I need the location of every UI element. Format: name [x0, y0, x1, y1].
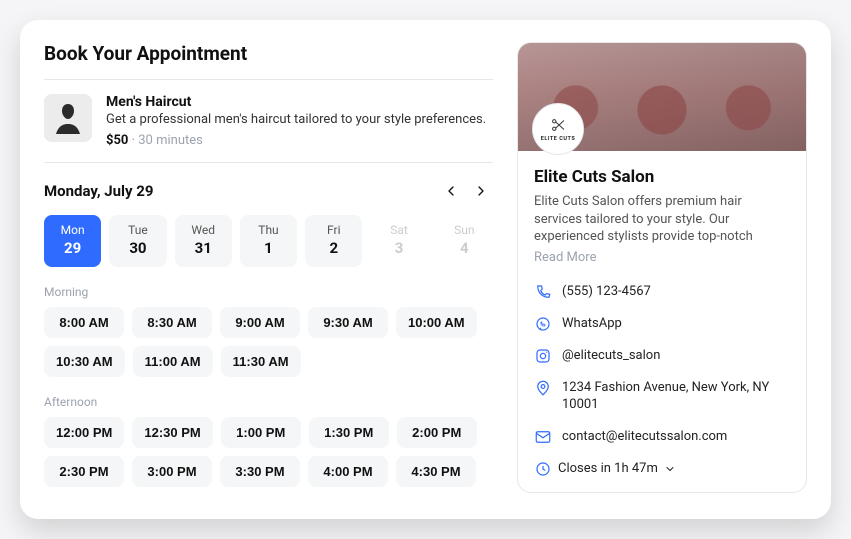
service-duration: 30 minutes: [138, 133, 203, 148]
service-price: $50: [106, 133, 128, 148]
service-thumbnail: [44, 94, 92, 142]
contacts-list: (555) 123-4567 WhatsApp @elitecuts_salon: [534, 283, 790, 478]
chevron-left-icon: [443, 183, 459, 199]
time-slot-button[interactable]: 11:30 AM: [221, 346, 301, 377]
day-number: 31: [175, 239, 232, 257]
instagram-text: @elitecuts_salon: [562, 347, 660, 365]
address-text: 1234 Fashion Avenue, New York, NY 10001: [562, 379, 790, 414]
slot-group-label: Morning: [44, 285, 493, 299]
email-row[interactable]: contact@elitecutssalon.com: [534, 428, 790, 446]
day-cell: Sun 4: [436, 215, 493, 267]
day-of-week: Sat: [370, 223, 427, 237]
time-slot-button[interactable]: 2:30 PM: [44, 456, 124, 487]
day-number: 30: [109, 239, 166, 257]
time-slot-button[interactable]: 3:00 PM: [132, 456, 212, 487]
time-slot-button[interactable]: 3:30 PM: [220, 456, 300, 487]
time-slot-button[interactable]: 2:00 PM: [397, 417, 477, 448]
email-text: contact@elitecutssalon.com: [562, 428, 727, 446]
day-cell[interactable]: Mon 29: [44, 215, 101, 267]
salon-sidebar: ELITE CUTS Elite Cuts Salon Elite Cuts S…: [517, 42, 807, 493]
chevron-down-icon: [664, 463, 676, 475]
salon-name: Elite Cuts Salon: [534, 167, 790, 187]
time-slot-button[interactable]: 12:30 PM: [132, 417, 212, 448]
booking-card: Book Your Appointment Men's Haircut Get …: [20, 20, 831, 519]
whatsapp-icon: [534, 315, 552, 333]
scissors-icon: [549, 116, 567, 134]
day-number: 2: [305, 239, 362, 257]
phone-icon: [534, 283, 552, 301]
days-row: Mon 29 Tue 30 Wed 31 Thu 1 Fri 2 Sat 3 Sun 4: [44, 215, 493, 267]
date-header: Monday, July 29: [44, 179, 493, 203]
time-slot-button[interactable]: 10:30 AM: [44, 346, 125, 377]
service-meta: $50 · 30 minutes: [106, 133, 486, 148]
hours-row[interactable]: Closes in 1h 47m: [534, 460, 790, 478]
slots-wrap: 12:00 PM 12:30 PM 1:00 PM 1:30 PM 2:00 PM 2:3…: [44, 417, 493, 487]
phone-row[interactable]: (555) 123-4567: [534, 283, 790, 301]
salon-description: Elite Cuts Salon offers premium hair ser…: [534, 193, 790, 246]
slot-groups: Morning 8:00 AM 8:30 AM 9:00 AM 9:30 AM 10:00…: [44, 285, 493, 487]
time-slot-button[interactable]: 9:30 AM: [308, 307, 388, 338]
salon-cover-image: ELITE CUTS: [518, 43, 806, 151]
day-cell[interactable]: Fri 2: [305, 215, 362, 267]
time-slot-button[interactable]: 12:00 PM: [44, 417, 124, 448]
phone-text: (555) 123-4567: [562, 283, 651, 301]
time-slot-button[interactable]: 9:00 AM: [220, 307, 300, 338]
current-date-label: Monday, July 29: [44, 182, 154, 200]
day-number: 4: [436, 239, 493, 257]
read-more-link[interactable]: Read More: [534, 250, 596, 265]
day-number: 1: [240, 239, 297, 257]
prev-week-button[interactable]: [439, 179, 463, 203]
service-title: Men's Haircut: [106, 94, 486, 110]
slots-wrap: 8:00 AM 8:30 AM 9:00 AM 9:30 AM 10:00 AM 10:3…: [44, 307, 493, 377]
salon-body: Elite Cuts Salon Elite Cuts Salon offers…: [518, 151, 806, 492]
time-slot-button[interactable]: 4:00 PM: [308, 456, 388, 487]
day-of-week: Fri: [305, 223, 362, 237]
instagram-row[interactable]: @elitecuts_salon: [534, 347, 790, 365]
day-of-week: Wed: [175, 223, 232, 237]
day-of-week: Sun: [436, 223, 493, 237]
time-slot-button[interactable]: 1:00 PM: [221, 417, 301, 448]
instagram-icon: [534, 347, 552, 365]
chevron-right-icon: [473, 183, 489, 199]
day-number: 29: [44, 239, 101, 257]
time-slot-button[interactable]: 1:30 PM: [309, 417, 389, 448]
day-of-week: Thu: [240, 223, 297, 237]
day-of-week: Tue: [109, 223, 166, 237]
whatsapp-text: WhatsApp: [562, 315, 622, 333]
next-week-button[interactable]: [469, 179, 493, 203]
time-slot-button[interactable]: 8:00 AM: [44, 307, 124, 338]
day-number: 3: [370, 239, 427, 257]
time-slot-button[interactable]: 8:30 AM: [132, 307, 212, 338]
service-description: Get a professional men's haircut tailore…: [106, 112, 486, 127]
salon-logo-badge: ELITE CUTS: [532, 103, 584, 155]
salon-logo-text: ELITE CUTS: [541, 136, 575, 142]
time-slot-button[interactable]: 4:30 PM: [396, 456, 476, 487]
slot-group-label: Afternoon: [44, 395, 493, 409]
day-of-week: Mon: [44, 223, 101, 237]
address-row[interactable]: 1234 Fashion Avenue, New York, NY 10001: [534, 379, 790, 414]
main-column: Book Your Appointment Men's Haircut Get …: [44, 42, 493, 493]
service-summary: Men's Haircut Get a professional men's h…: [44, 79, 493, 163]
email-icon: [534, 428, 552, 446]
hours-text: Closes in 1h 47m: [558, 460, 658, 478]
page-title: Book Your Appointment: [44, 42, 493, 65]
time-slot-button[interactable]: 10:00 AM: [396, 307, 477, 338]
week-nav: [439, 179, 493, 203]
clock-icon: [534, 460, 552, 478]
location-icon: [534, 379, 552, 397]
service-text: Men's Haircut Get a professional men's h…: [106, 94, 486, 148]
day-cell: Sat 3: [370, 215, 427, 267]
day-cell[interactable]: Thu 1: [240, 215, 297, 267]
whatsapp-row[interactable]: WhatsApp: [534, 315, 790, 333]
day-cell[interactable]: Wed 31: [175, 215, 232, 267]
time-slot-button[interactable]: 11:00 AM: [133, 346, 213, 377]
day-cell[interactable]: Tue 30: [109, 215, 166, 267]
